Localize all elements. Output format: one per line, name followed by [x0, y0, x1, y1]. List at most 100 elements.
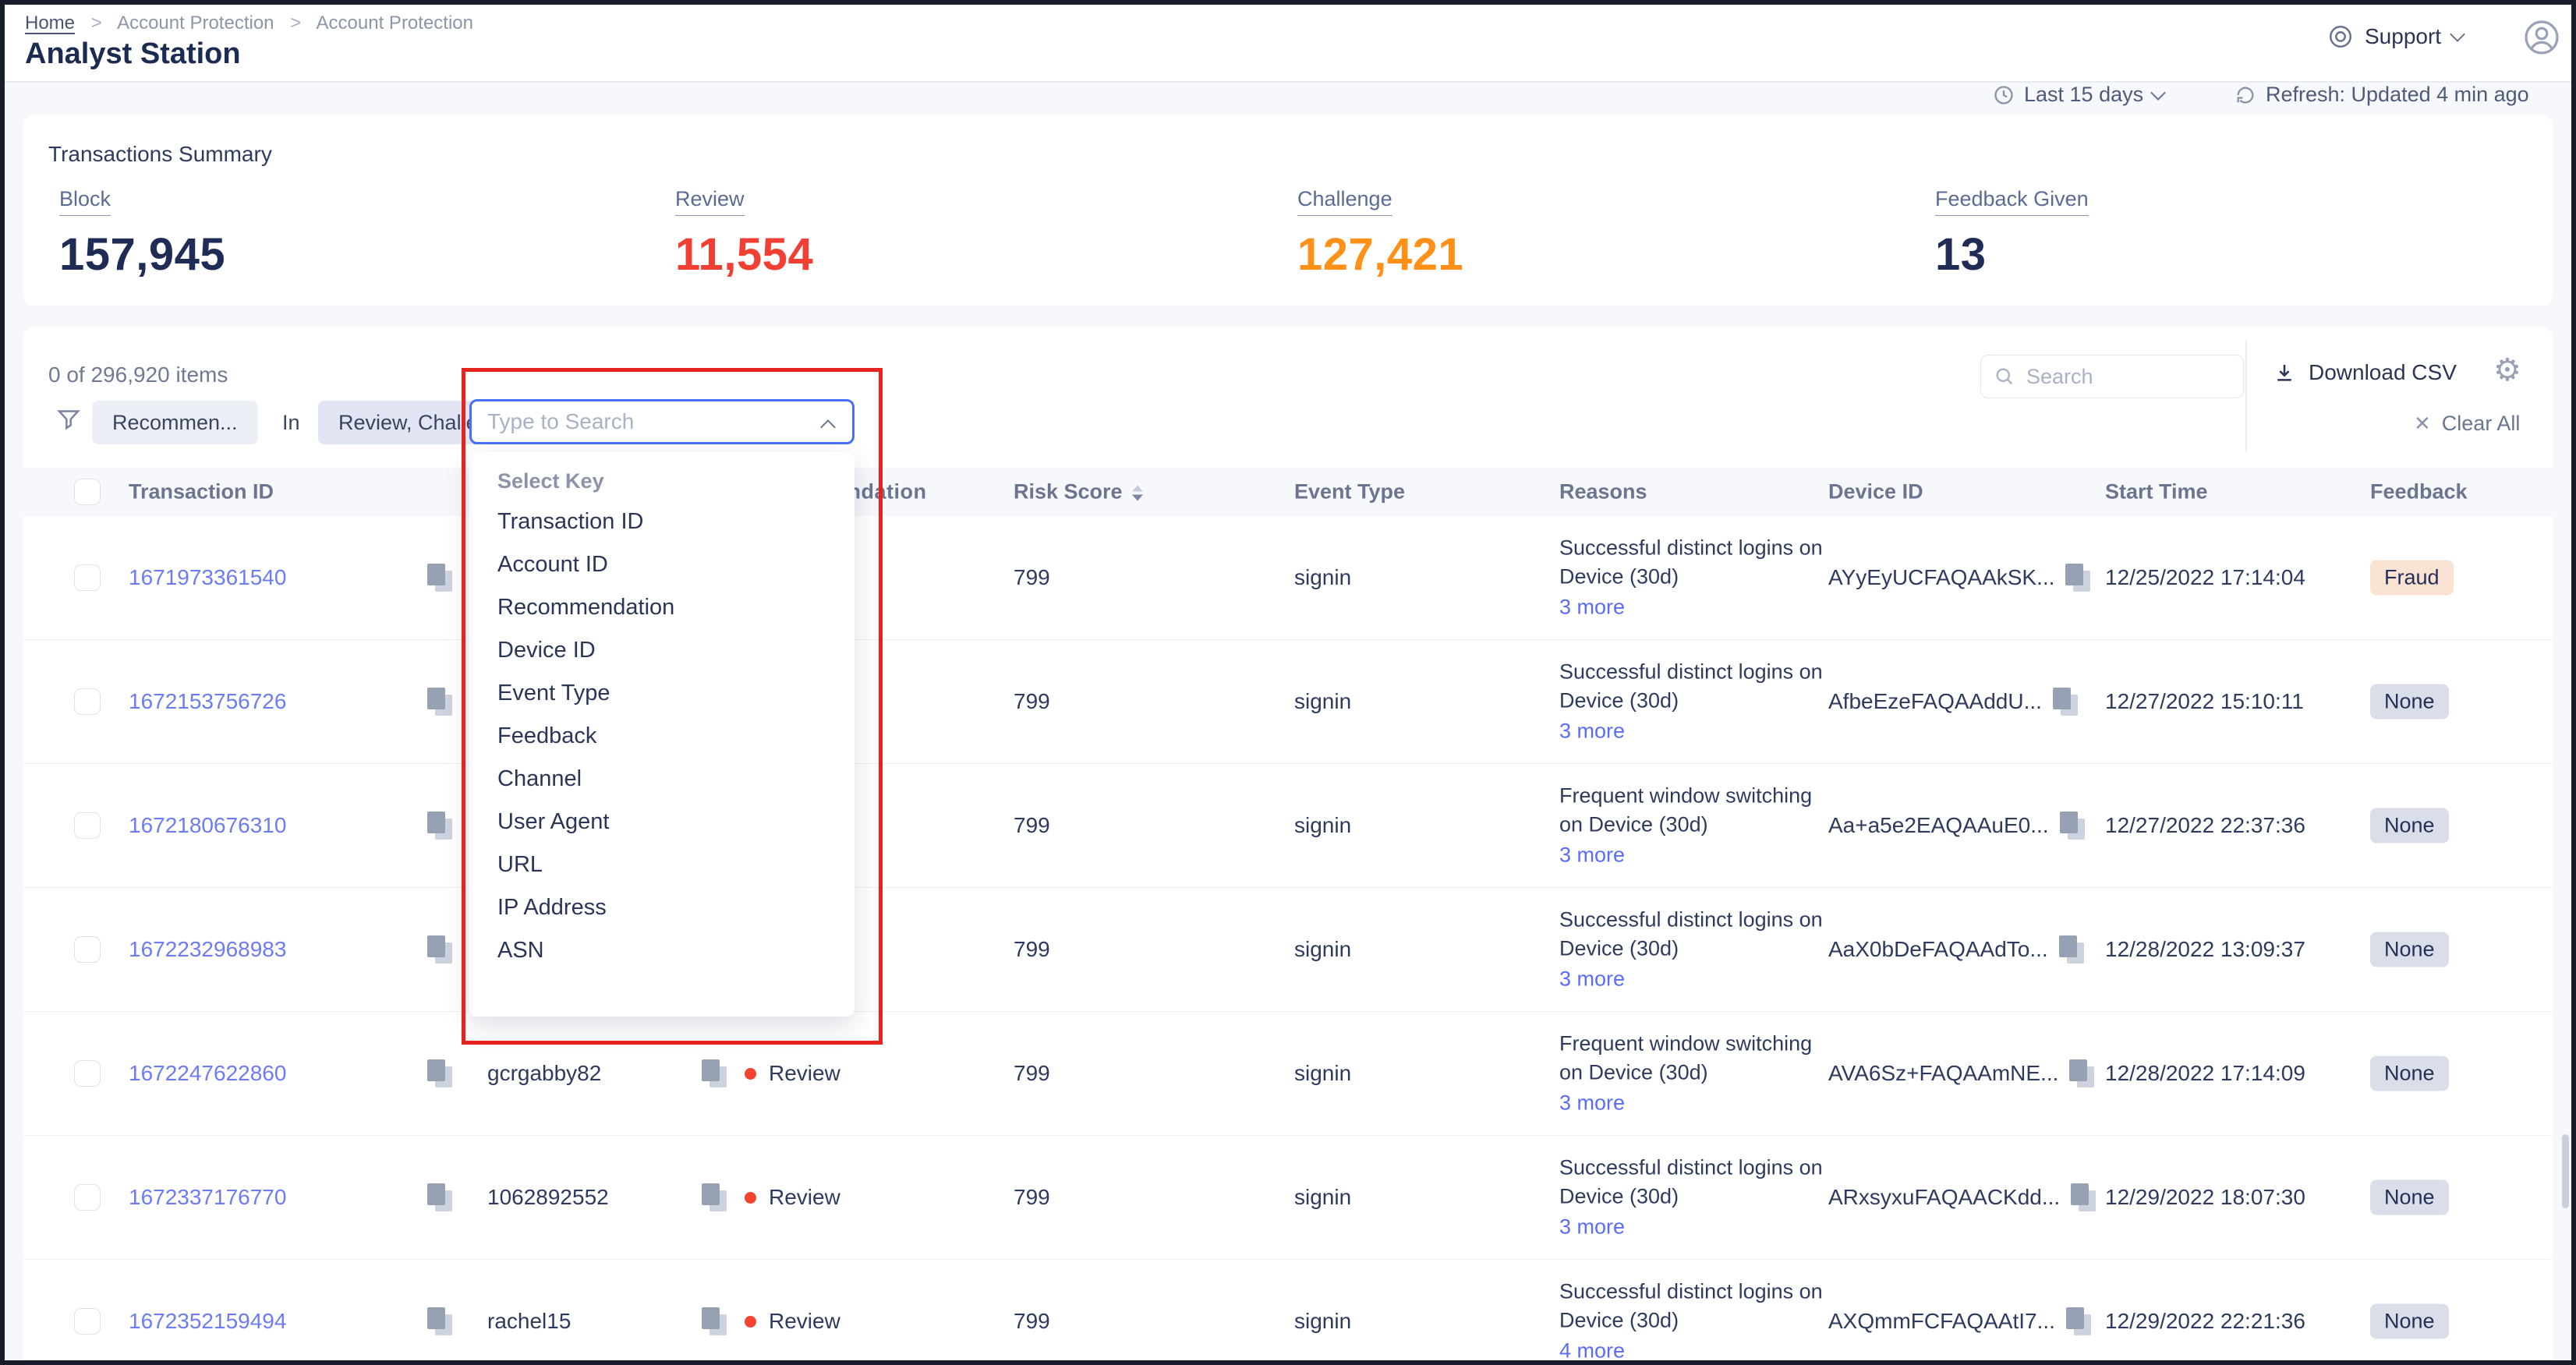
- copy-icon[interactable]: [427, 1183, 452, 1211]
- copy-icon[interactable]: [2060, 812, 2085, 840]
- stat-block-label[interactable]: Block: [59, 187, 111, 216]
- risk-score: 799: [1014, 1309, 1050, 1334]
- transaction-id-link[interactable]: 1671973361540: [129, 565, 286, 590]
- more-reasons-link[interactable]: 4 more: [1559, 1337, 1832, 1365]
- key-dropdown-option[interactable]: Transaction ID: [469, 500, 855, 543]
- copy-icon[interactable]: [427, 1059, 452, 1087]
- copy-icon[interactable]: [702, 1183, 727, 1211]
- more-reasons-link[interactable]: 3 more: [1559, 593, 1832, 622]
- reasons-cell: Successful distinct logins on Device (30…: [1559, 906, 1832, 994]
- risk-score: 799: [1014, 565, 1050, 590]
- table-settings-gear-icon[interactable]: ⚙: [2493, 352, 2521, 388]
- stat-feedback-given-label[interactable]: Feedback Given: [1935, 187, 2089, 216]
- transaction-id-link[interactable]: 1672153756726: [129, 689, 286, 714]
- col-risk-score[interactable]: Risk Score: [1014, 480, 1143, 504]
- stat-feedback-given: Feedback Given 13: [1935, 187, 2089, 281]
- row-checkbox[interactable]: [74, 812, 101, 839]
- device-id-text: AfbeEzeFAQAAddU...: [1828, 689, 2042, 714]
- user-avatar[interactable]: [2523, 19, 2560, 56]
- col-start-time[interactable]: Start Time: [2105, 480, 2208, 504]
- key-dropdown-option[interactable]: User Agent: [469, 801, 855, 843]
- table-search[interactable]: [1980, 355, 2244, 398]
- more-reasons-link[interactable]: 3 more: [1559, 717, 1832, 746]
- col-transaction-id[interactable]: Transaction ID: [129, 480, 274, 504]
- review-dot-icon: [745, 1192, 756, 1204]
- copy-icon[interactable]: [427, 1307, 452, 1335]
- download-icon: [2273, 361, 2296, 384]
- col-feedback[interactable]: Feedback: [2370, 480, 2468, 504]
- stat-review-label[interactable]: Review: [675, 187, 745, 216]
- row-checkbox[interactable]: [74, 1060, 101, 1087]
- refresh-icon: [2235, 84, 2256, 106]
- event-type: signin: [1294, 1185, 1351, 1210]
- download-csv-button[interactable]: Download CSV: [2273, 360, 2457, 385]
- filter-field-pill[interactable]: Recommen...: [92, 401, 258, 444]
- key-dropdown-option[interactable]: ASN: [469, 929, 855, 972]
- select-all-checkbox[interactable]: [74, 479, 101, 505]
- key-dropdown-option[interactable]: URL: [469, 843, 855, 886]
- scrollbar-thumb[interactable]: [2562, 1134, 2569, 1208]
- copy-icon[interactable]: [2069, 1059, 2094, 1087]
- row-checkbox[interactable]: [74, 1308, 101, 1335]
- chevron-down-icon: [2150, 85, 2166, 101]
- support-menu[interactable]: Support: [2327, 23, 2463, 50]
- row-checkbox[interactable]: [74, 1184, 101, 1211]
- analyst-station-page: Home > Account Protection > Account Prot…: [0, 0, 2576, 1365]
- reasons-cell: Successful distinct logins on Device (30…: [1559, 1278, 1832, 1365]
- copy-icon[interactable]: [2066, 1307, 2091, 1335]
- key-search-input[interactable]: [472, 408, 816, 435]
- copy-icon[interactable]: [2053, 688, 2078, 716]
- col-device-id[interactable]: Device ID: [1828, 480, 1923, 504]
- key-dropdown-panel: Select Key Transaction IDAccount IDRecom…: [469, 452, 855, 1017]
- breadcrumb-account-protection[interactable]: Account Protection: [117, 12, 274, 34]
- review-dot-icon: [745, 1316, 756, 1328]
- search-input[interactable]: [2025, 364, 2207, 390]
- copy-icon[interactable]: [2071, 1183, 2096, 1211]
- stat-review-value: 11,554: [675, 228, 813, 281]
- copy-icon[interactable]: [702, 1307, 727, 1335]
- key-dropdown-option[interactable]: Event Type: [469, 672, 855, 715]
- copy-icon[interactable]: [2059, 935, 2084, 964]
- transaction-id-link[interactable]: 1672232968983: [129, 937, 286, 962]
- recommendation-label: Review: [769, 1185, 840, 1210]
- key-dropdown-option[interactable]: Recommendation: [469, 586, 855, 629]
- copy-icon[interactable]: [702, 1059, 727, 1087]
- copy-icon[interactable]: [427, 688, 452, 716]
- more-reasons-link[interactable]: 3 more: [1559, 965, 1832, 994]
- reason-text: Successful distinct logins on Device (30…: [1559, 536, 1823, 589]
- transaction-id-link[interactable]: 1672352159494: [129, 1309, 286, 1334]
- row-checkbox[interactable]: [74, 564, 101, 591]
- copy-icon[interactable]: [427, 812, 452, 840]
- transaction-id-link[interactable]: 1672337176770: [129, 1185, 286, 1210]
- col-event-type[interactable]: Event Type: [1294, 480, 1405, 504]
- copy-icon[interactable]: [427, 935, 452, 964]
- table-header-row: Transaction ID Account ID Recommendation…: [23, 468, 2553, 516]
- transaction-id-link[interactable]: 1672247622860: [129, 1061, 286, 1086]
- col-risk-score-label: Risk Score: [1014, 480, 1123, 504]
- reason-text: Successful distinct logins on Device (30…: [1559, 908, 1823, 960]
- row-checkbox[interactable]: [74, 688, 101, 715]
- more-reasons-link[interactable]: 3 more: [1559, 1213, 1832, 1242]
- key-dropdown-option[interactable]: Channel: [469, 758, 855, 801]
- col-reasons[interactable]: Reasons: [1559, 480, 1647, 504]
- stat-challenge-label[interactable]: Challenge: [1297, 187, 1392, 216]
- key-search-combobox[interactable]: [469, 399, 855, 444]
- breadcrumb-home[interactable]: Home: [25, 12, 75, 34]
- copy-icon[interactable]: [427, 564, 452, 592]
- key-dropdown-list: Transaction IDAccount IDRecommendationDe…: [469, 500, 855, 972]
- download-csv-label: Download CSV: [2309, 360, 2457, 385]
- more-reasons-link[interactable]: 3 more: [1559, 1089, 1832, 1118]
- transaction-id-link[interactable]: 1672180676310: [129, 813, 286, 838]
- sort-icon[interactable]: [1132, 485, 1143, 500]
- key-dropdown-option[interactable]: Device ID: [469, 629, 855, 672]
- key-dropdown-option[interactable]: Account ID: [469, 543, 855, 586]
- copy-icon[interactable]: [2065, 564, 2090, 592]
- more-reasons-link[interactable]: 3 more: [1559, 841, 1832, 870]
- filter-funnel-icon[interactable]: [55, 405, 83, 433]
- key-dropdown-option[interactable]: Feedback: [469, 715, 855, 758]
- refresh-button[interactable]: Refresh: Updated 4 min ago: [2235, 83, 2529, 107]
- key-dropdown-option[interactable]: IP Address: [469, 886, 855, 929]
- clear-all-button[interactable]: ✕ Clear All: [2414, 412, 2520, 436]
- row-checkbox[interactable]: [74, 936, 101, 963]
- date-range-dropdown[interactable]: Last 15 days: [1993, 83, 2164, 107]
